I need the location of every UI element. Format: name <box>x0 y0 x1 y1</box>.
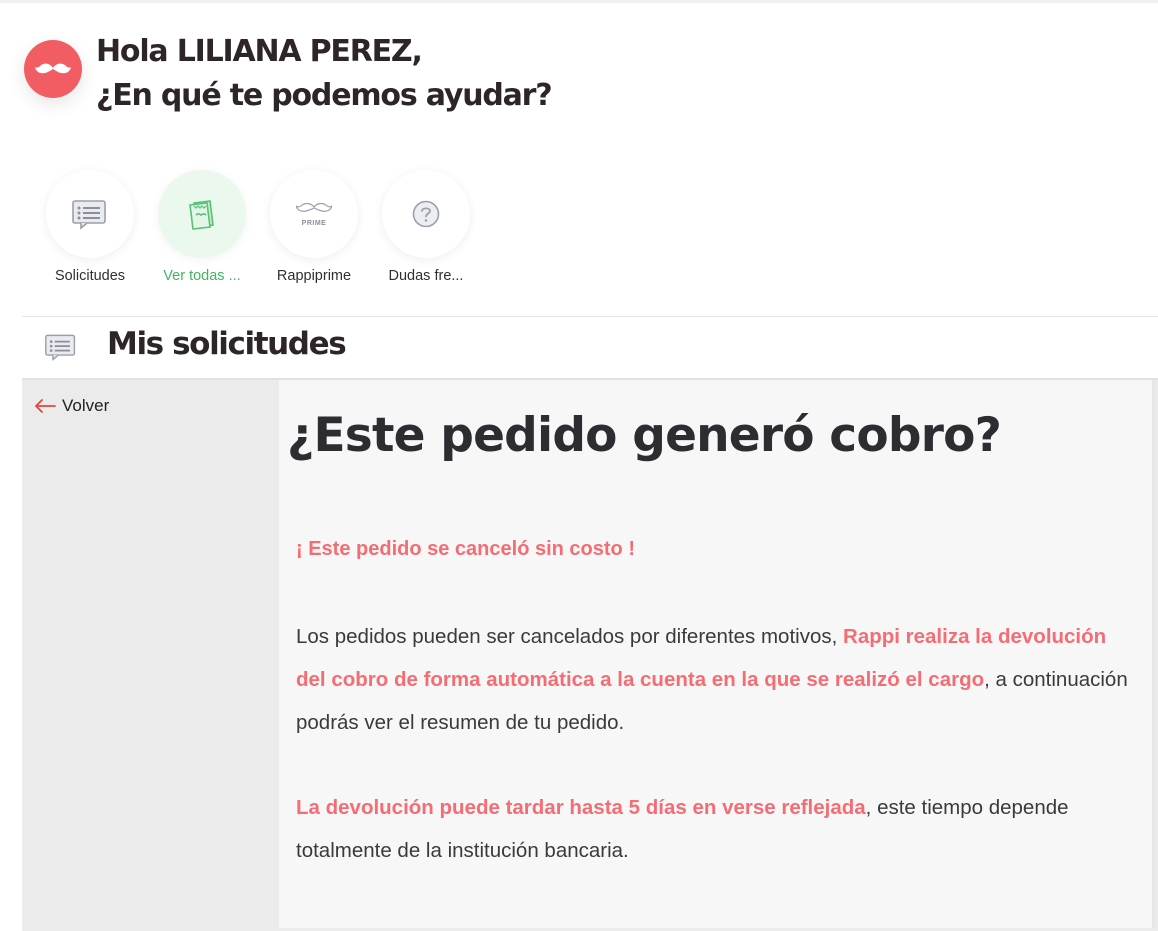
request-panel: Volver ¿Este pedido generó cobro? ¡ Este… <box>22 378 1158 931</box>
cancel-notice: ¡ Este pedido se canceló sin costo ! <box>296 538 635 560</box>
shortcut-dudas-frecuentes[interactable]: Dudas fre... <box>376 170 476 290</box>
refund-time-paragraph: La devolución puede tardar hasta 5 días … <box>296 786 1136 872</box>
paragraph-text: Los pedidos pueden ser cancelados por di… <box>296 625 844 648</box>
shortcut-circle <box>46 170 134 258</box>
arrow-left-icon <box>35 399 56 413</box>
back-button[interactable]: Volver <box>34 396 109 416</box>
refund-paragraph: Los pedidos pueden ser cancelados por di… <box>296 615 1136 744</box>
shortcut-rappiprime[interactable]: PRIME Rappiprime <box>264 170 364 290</box>
greeting-heading: Hola LILIANA PEREZ, ¿En qué te podemos a… <box>96 30 553 118</box>
shortcut-circle <box>158 170 246 258</box>
quick-shortcuts: Solicitudes Ver todas ... PRIME Rappipri… <box>40 170 500 290</box>
top-border <box>0 0 1158 3</box>
paragraph-highlight: La devolución puede tardar hasta 5 días … <box>296 796 866 819</box>
prime-badge-text: PRIME <box>301 219 327 227</box>
shortcut-ver-todas[interactable]: Ver todas ... <box>152 170 252 290</box>
prime-mustache-icon <box>294 202 334 212</box>
mustache-icon <box>35 63 71 74</box>
section-divider <box>22 316 1158 317</box>
shortcut-circle <box>382 170 470 258</box>
article-content: ¿Este pedido generó cobro? ¡ Este pedido… <box>279 380 1155 928</box>
greeting-question: ¿En qué te podemos ayudar? <box>96 78 553 113</box>
shortcut-label: Rappiprime <box>276 268 352 284</box>
shortcut-solicitudes[interactable]: Solicitudes <box>40 170 140 290</box>
greeting-name: Hola LILIANA PEREZ, <box>96 34 423 69</box>
back-label: Volver <box>62 396 110 415</box>
shortcut-label: Ver todas ... <box>163 268 241 284</box>
chat-list-icon <box>72 200 106 230</box>
chat-list-icon <box>44 332 78 362</box>
section-title: Mis solicitudes <box>107 326 347 362</box>
article-title: ¿Este pedido generó cobro? <box>287 408 1002 463</box>
shortcut-label: Dudas fre... <box>388 268 464 284</box>
receipt-icon <box>189 200 214 230</box>
rappi-mustache-avatar <box>24 40 82 98</box>
question-circle-icon <box>412 200 440 228</box>
shortcut-label: Solicitudes <box>54 268 126 284</box>
shortcut-circle: PRIME <box>270 170 358 258</box>
